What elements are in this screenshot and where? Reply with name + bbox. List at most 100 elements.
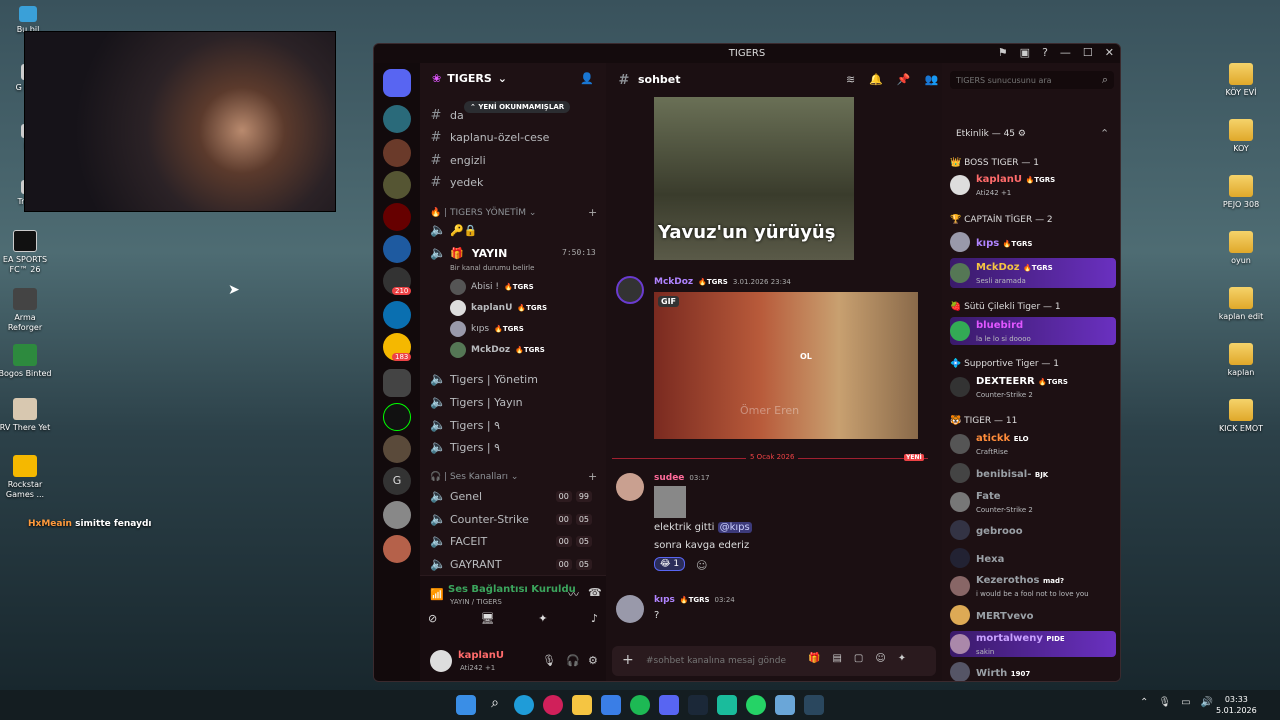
voice-user[interactable]: kaplanU 🔥TGRS [450, 300, 547, 316]
desktop-icon[interactable]: Arma Reforger [0, 288, 53, 333]
server-icon[interactable] [383, 203, 411, 231]
member-row[interactable]: Wirth 1907 [950, 660, 1116, 681]
headphones-icon[interactable]: 🎧 [566, 654, 580, 667]
server-header[interactable]: ❀ TIGERS ⌄ [432, 72, 507, 85]
spotify-icon[interactable] [630, 695, 650, 715]
apps-icon[interactable]: ✦ [898, 653, 906, 664]
disconnect-icon[interactable]: ☎ [588, 586, 602, 599]
member-row[interactable]: atickk ELO CraftRise [950, 432, 1116, 456]
voice-channel[interactable]: 🔈 Genel 00 99 [430, 486, 600, 506]
activity-header[interactable]: Etkinlik — 45 ⚙ [956, 129, 1026, 139]
avatar[interactable] [616, 595, 644, 623]
maximize-icon[interactable]: ☐ [1083, 46, 1093, 59]
desktop-folder[interactable]: PEJO 308 [1213, 175, 1269, 210]
avatar[interactable] [616, 276, 644, 304]
category-header[interactable]: 🔥 | TIGERS YÖNETİM ⌄ [430, 208, 536, 218]
voice-user[interactable]: Abisi ! 🔥TGRS [450, 279, 534, 295]
image-attachment[interactable] [654, 486, 686, 518]
server-icon[interactable] [383, 403, 411, 431]
voice-channel[interactable]: 🔈 Tigers | Yönetim [430, 369, 538, 389]
member-row[interactable]: DEXTEERR 🔥TGRS Counter-Strike 2 [950, 375, 1116, 399]
member-row[interactable]: kıps 🔥TGRS [950, 230, 1116, 254]
user-name[interactable]: kaplanU [458, 650, 504, 661]
channel-status[interactable]: Bir kanal durumu belirle [450, 264, 534, 272]
search-input[interactable] [956, 75, 1086, 85]
emoji-icon[interactable]: ☺ [875, 653, 885, 664]
pin-icon[interactable]: 📌 [897, 73, 911, 86]
voice-channel-path[interactable]: YAYIN / TIGERS [450, 598, 502, 606]
discord-icon[interactable] [659, 695, 679, 715]
threads-icon[interactable]: ≋ [846, 73, 855, 86]
outlook-icon[interactable] [601, 695, 621, 715]
members-icon[interactable]: 👥 [925, 73, 939, 86]
desktop-icon[interactable]: Bogos Binted [0, 344, 53, 379]
edge-icon[interactable] [514, 695, 534, 715]
voice-channel[interactable]: 🔈 FACEIT 00 05 [430, 531, 600, 551]
reaction-button[interactable]: 😂 1 [654, 557, 686, 571]
server-icon[interactable]: G [383, 467, 411, 495]
server-icon[interactable] [383, 171, 411, 199]
voice-channel[interactable]: 🔈 🔑🔒 [430, 220, 477, 240]
screen-share-icon[interactable]: 🖥 [481, 612, 495, 625]
bell-icon[interactable]: 🔔 [869, 73, 883, 86]
add-reaction-icon[interactable]: ☺ [696, 559, 707, 572]
inbox-icon[interactable]: ▣ [1020, 46, 1030, 59]
file-explorer-icon[interactable] [572, 695, 592, 715]
desktop-folder[interactable]: KOY [1213, 119, 1269, 154]
member-row[interactable]: bluebird la le lo si doooo [950, 317, 1116, 345]
whatsapp-icon[interactable] [746, 695, 766, 715]
add-attachment-icon[interactable]: + [622, 652, 634, 668]
channel-item[interactable]: # engizli [430, 150, 486, 170]
add-channel-icon[interactable]: + [588, 206, 597, 219]
gif-picker-icon[interactable]: ▤ [832, 653, 841, 664]
desktop-icon[interactable]: RV There Yet [0, 398, 53, 433]
server-icon[interactable] [383, 535, 411, 563]
desktop-folder[interactable]: KICK EMOT [1213, 399, 1269, 434]
soundboard-icon[interactable]: ♪ [591, 612, 598, 625]
collapse-icon[interactable]: ⌃ [1100, 127, 1109, 140]
microphone-icon[interactable]: 🎙 [542, 654, 556, 667]
close-icon[interactable]: ✕ [1105, 46, 1114, 59]
member-row[interactable]: Kezerothos mad? i would be a fool not to … [950, 574, 1116, 598]
search-box[interactable]: ⌕ [950, 71, 1114, 89]
discord-home-icon[interactable] [383, 69, 411, 97]
voice-user[interactable]: kıps 🔥TGRS [450, 321, 524, 337]
gif-image[interactable]: Yavuz'un yürüyüş [654, 97, 854, 260]
settings-gear-icon[interactable]: ⚙ [588, 654, 598, 667]
voice-channel-yayin[interactable]: 🔈 🎁 YAYIN [430, 243, 507, 263]
volume-icon[interactable]: 🔊 [1201, 697, 1213, 708]
add-member-icon[interactable]: 👤 [580, 72, 594, 85]
voice-channel[interactable]: 🔈 Tigers | ٩ [430, 415, 500, 435]
server-icon[interactable] [383, 501, 411, 529]
server-icon[interactable] [383, 105, 411, 133]
app-icon[interactable] [775, 695, 795, 715]
desktop-folder[interactable]: oyun [1213, 231, 1269, 266]
avatar[interactable] [616, 473, 644, 501]
voice-user[interactable]: MckDoz 🔥TGRS [450, 342, 545, 358]
desktop-folder[interactable]: kaplan [1213, 343, 1269, 378]
member-row[interactable]: benibisal- BJK [950, 461, 1116, 485]
start-icon[interactable] [456, 695, 476, 715]
member-row[interactable]: mortalweny PIDE sakin [950, 631, 1116, 657]
member-row[interactable]: MckDoz 🔥TGRS Sesli aramada [950, 258, 1116, 288]
message-input[interactable] [646, 652, 786, 670]
voice-channel[interactable]: 🔈 GAYRANT 00 05 [430, 554, 600, 574]
app-icon[interactable] [717, 695, 737, 715]
user-mention[interactable]: @kıps [717, 522, 752, 533]
channel-item[interactable]: # da [430, 105, 464, 125]
gift-icon[interactable]: 🎁 [808, 653, 820, 664]
activities-icon[interactable]: ✦ [538, 612, 547, 625]
clock[interactable]: 03:33 5.01.2026 [1216, 694, 1257, 716]
flag-icon[interactable]: ⚑ [998, 46, 1008, 59]
server-icon[interactable] [383, 435, 411, 463]
camera-off-icon[interactable]: ⊘ [428, 612, 437, 625]
server-icon[interactable] [383, 235, 411, 263]
voice-channel[interactable]: 🔈 Tigers | ٩ [430, 437, 500, 457]
search-icon[interactable]: ⌕ [485, 695, 505, 715]
chevron-up-icon[interactable]: ⌃ [1140, 697, 1148, 708]
desktop-icon[interactable]: Rockstar Games ... [0, 455, 53, 500]
avatar[interactable] [430, 650, 452, 672]
channel-item[interactable]: # kaplanu-özel-cese [430, 127, 550, 147]
noise-suppression-icon[interactable]: 〰 [568, 586, 579, 602]
steam-icon[interactable] [688, 695, 708, 715]
